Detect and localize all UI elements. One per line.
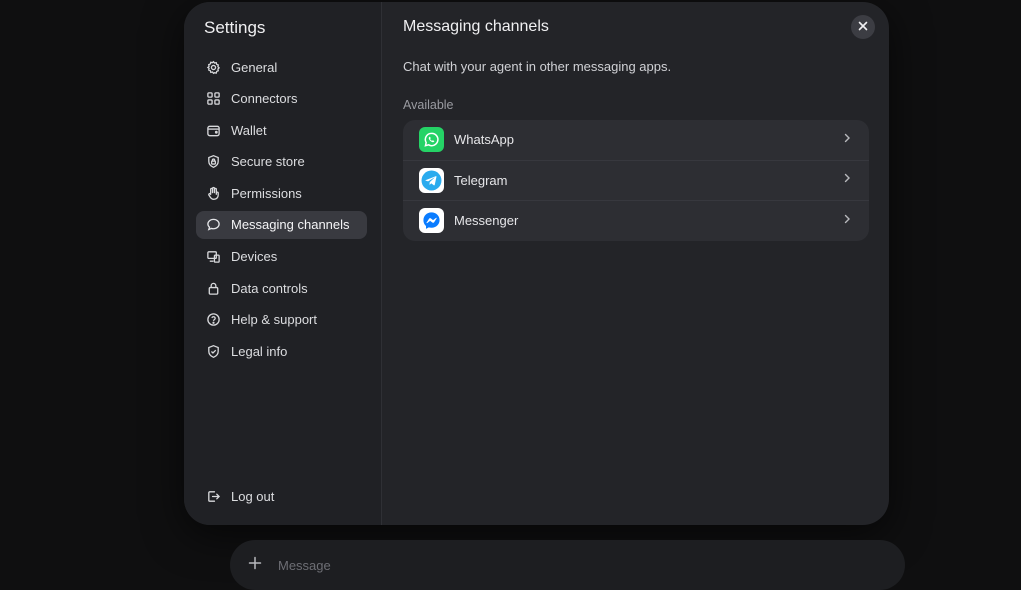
sidebar-item-devices[interactable]: Devices [196,243,367,271]
sidebar-item-label: General [231,59,278,75]
settings-title: Settings [204,18,266,37]
sidebar-item-label: Legal info [231,343,288,359]
channel-name: WhatsApp [454,132,514,148]
sidebar-item-label: Connectors [231,91,298,107]
messenger-icon [419,208,444,234]
logout-icon [205,488,221,504]
wallet-icon [205,122,221,138]
channel-list: WhatsApp Telegram Messenger [403,120,869,241]
sidebar-item-legal-info[interactable]: Legal info [196,337,367,365]
message-composer [230,540,905,590]
plus-icon[interactable] [247,555,263,571]
devices-icon [205,249,221,265]
hand-icon [205,185,221,201]
sidebar-item-label: Messaging channels [231,217,350,233]
grid-icon [205,91,221,107]
sidebar-item-label: Permissions [231,185,302,201]
page-subtitle: Chat with your agent in other messaging … [403,59,672,74]
sidebar-item-label: Secure store [231,154,305,170]
settings-content: Messaging channels Chat with your agent … [382,2,889,525]
lock-icon [205,280,221,296]
page-title: Messaging channels [403,18,549,35]
sidebar-item-label: Wallet [231,122,267,138]
channel-name: Messenger [454,213,519,229]
settings-sidebar: Settings General Connectors Wallet Secur… [184,2,382,525]
gear-icon [205,59,221,75]
sidebar-item-connectors[interactable]: Connectors [196,85,367,113]
logout-button[interactable]: Log out [205,488,274,504]
sidebar-item-messaging-channels[interactable]: Messaging channels [196,210,367,239]
section-label-available: Available [403,98,454,112]
sidebar-item-label: Data controls [231,280,308,296]
logout-label: Log out [231,488,275,504]
channel-item-messenger[interactable]: Messenger [403,200,869,241]
chat-bubble-icon [205,217,221,233]
chevron-right-icon [841,171,853,189]
telegram-icon [419,167,444,193]
shield-check-icon [205,343,221,359]
channel-item-whatsapp[interactable]: WhatsApp [403,120,869,160]
sidebar-item-secure-store[interactable]: Secure store [196,148,367,176]
sidebar-item-label: Devices [231,249,278,265]
settings-nav: General Connectors Wallet Secure store P… [196,53,367,369]
channel-name: Telegram [454,172,508,188]
message-input[interactable] [276,554,840,576]
sidebar-item-help-support[interactable]: Help & support [196,306,367,334]
sidebar-item-label: Help & support [231,312,317,328]
help-circle-icon [205,312,221,328]
close-icon [858,18,868,36]
channel-item-telegram[interactable]: Telegram [403,159,869,201]
whatsapp-icon [419,127,444,153]
sidebar-item-permissions[interactable]: Permissions [196,179,367,207]
settings-modal: Settings General Connectors Wallet Secur… [184,2,889,525]
chevron-right-icon [841,131,853,149]
sidebar-item-wallet[interactable]: Wallet [196,116,367,144]
sidebar-item-data-controls[interactable]: Data controls [196,274,367,302]
close-button[interactable] [851,15,875,39]
chevron-right-icon [841,212,853,230]
shield-lock-icon [205,154,221,170]
sidebar-item-general[interactable]: General [196,53,367,81]
